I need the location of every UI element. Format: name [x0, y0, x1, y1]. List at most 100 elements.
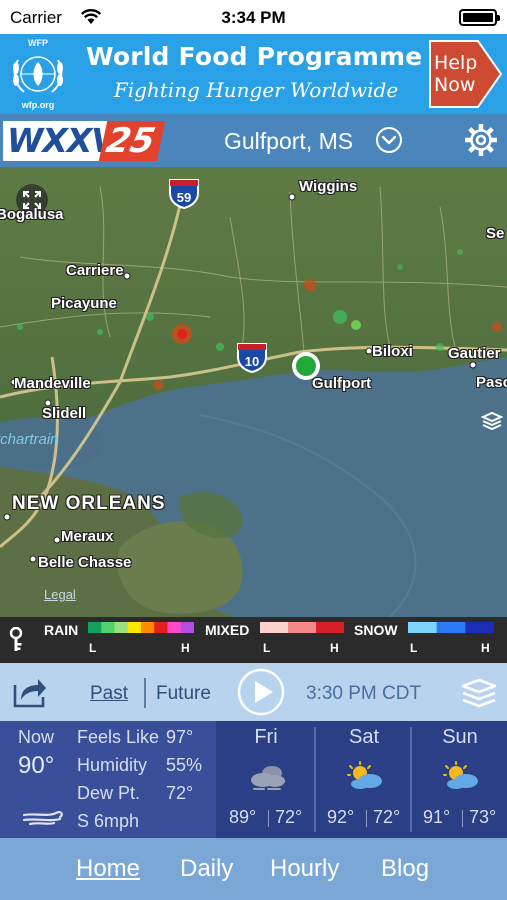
legend-swatch-mixed: [316, 622, 344, 633]
dewpoint-label: Dew Pt.: [77, 783, 141, 803]
forecast-low: 72°: [373, 807, 401, 827]
gear-icon[interactable]: [463, 122, 499, 158]
map-label-bogalusa: Bogalusa: [0, 206, 64, 223]
map-label-wiggins: Wiggins: [299, 178, 358, 195]
legend-swatch-rain: [101, 622, 115, 633]
future-tab[interactable]: Future: [156, 683, 211, 705]
forecast-day[interactable]: Sun 91° 73°: [412, 721, 507, 838]
legal-link[interactable]: Legal: [44, 587, 76, 602]
forecast-day[interactable]: Fri 89° 72°: [218, 721, 314, 838]
battery-icon: [459, 9, 500, 26]
cloudy-icon: [251, 766, 285, 790]
legend-rain-bar: [88, 622, 194, 633]
forecast-day-name: Sat: [348, 726, 380, 748]
radar-map[interactable]: 59 10 Bogalusa Wiggins Se Carriere Picay…: [0, 167, 507, 617]
legend-swatch-snow: [436, 622, 466, 633]
legend-mixed-high: H: [330, 641, 339, 655]
forecast-day-name: Sun: [442, 726, 478, 748]
legend-swatch-rain: [141, 622, 155, 633]
legend-swatch-rain: [154, 622, 168, 633]
wfp-logo: WFP wfp.org: [6, 38, 70, 110]
map-label-belle-chasse: Belle Chasse: [38, 554, 132, 571]
legend-snow-high: H: [481, 641, 490, 655]
past-future-divider: [144, 678, 146, 708]
past-tab[interactable]: Past: [90, 683, 128, 705]
chevron-down-icon[interactable]: [375, 126, 403, 154]
map-label-meraux: Meraux: [61, 528, 114, 545]
legend-rain-label: RAIN: [44, 622, 79, 638]
legend-swatch-mixed: [288, 622, 317, 633]
share-icon[interactable]: [11, 675, 47, 709]
legend-swatch-rain: [127, 622, 142, 633]
map-label-gulfport: Gulfport: [312, 375, 372, 392]
radar-timestamp: 3:30 PM CDT: [306, 683, 422, 704]
ad-subtitle: Fighting Hunger Worldwide: [113, 78, 399, 102]
legend-swatch-rain: [114, 622, 129, 633]
map-label-biloxi: Biloxi: [372, 343, 413, 360]
current-location-marker: [292, 352, 320, 380]
forecast-high: 91°: [423, 807, 451, 827]
interstate-10-number: 10: [245, 354, 259, 369]
logo-number: 25: [98, 121, 166, 161]
map-base-layer: [0, 167, 507, 617]
map-label-lake: tchartrain: [0, 431, 59, 448]
interstate-59-shield: 59: [169, 179, 199, 209]
map-label-se: Se: [486, 225, 505, 242]
ad-title: World Food Programme: [86, 42, 423, 71]
ad-banner[interactable]: WFP wfp.org World Food Programme Fightin…: [0, 34, 507, 114]
forecast-day[interactable]: Sat 92° 72°: [316, 721, 412, 838]
map-label-picayune: Picayune: [51, 295, 117, 312]
legend-swatch-rain: [180, 622, 194, 633]
legend-rain-high: H: [181, 641, 190, 655]
now-label: Now: [18, 727, 55, 747]
legend-swatch-rain: [167, 622, 182, 633]
map-label-pasc: Pasc: [476, 374, 507, 391]
layers-icon[interactable]: [460, 677, 498, 709]
wind-value: S 6mph: [77, 811, 140, 831]
forecast-low: 72°: [275, 807, 303, 827]
help-now-button[interactable]: Help Now: [428, 39, 503, 109]
legend-swatch-rain: [88, 622, 102, 633]
nav-hourly[interactable]: Hourly: [270, 855, 339, 883]
station-logo: WXXV 25: [3, 121, 166, 161]
forecast-high: 92°: [327, 807, 355, 827]
partly-sunny-icon: [443, 761, 478, 789]
location-name[interactable]: Gulfport, MS: [224, 128, 353, 155]
current-conditions[interactable]: Now 90° Feels Like 97° Humidity 55% Dew …: [0, 721, 216, 838]
radar-controls: Past Future 3:30 PM CDT: [0, 663, 507, 721]
humidity-value: 55%: [166, 755, 203, 775]
feels-like-label: Feels Like: [77, 727, 160, 747]
humidity-label: Humidity: [77, 755, 148, 775]
help-now-label: Help Now: [434, 52, 478, 96]
legend-swatch-mixed: [260, 622, 289, 633]
legend-mixed-low: L: [263, 641, 271, 655]
legend-swatch-snow: [408, 622, 438, 633]
logo-letters: WXXV: [3, 121, 117, 161]
legend-swatch-snow: [465, 622, 494, 633]
feels-like-value: 97°: [166, 727, 194, 747]
map-label-carriere: Carriere: [66, 262, 124, 279]
key-icon[interactable]: [8, 627, 24, 653]
forecast-high: 89°: [229, 807, 257, 827]
nav-daily[interactable]: Daily: [180, 855, 233, 883]
nav-home[interactable]: Home: [76, 855, 140, 883]
app-header: WXXV 25 Gulfport, MS: [0, 114, 507, 167]
status-bar: Carrier 3:34 PM: [0, 0, 507, 34]
nav-blog[interactable]: Blog: [381, 855, 429, 883]
forecast-day-name: Fri: [254, 726, 278, 748]
legend-snow-low: L: [410, 641, 418, 655]
map-layers-mini-icon[interactable]: [481, 411, 503, 431]
interstate-10-shield: 10: [237, 343, 267, 373]
map-label-slidell: Slidell: [42, 405, 87, 422]
radar-legend: RAIN L H MIXED L H SNOW L H: [0, 617, 507, 663]
legend-mixed-label: MIXED: [205, 622, 250, 638]
map-label-gautier: Gautier: [448, 345, 501, 362]
wind-icon: [22, 810, 63, 826]
legend-rain-low: L: [89, 641, 97, 655]
map-label-mandeville: Mandeville: [14, 375, 91, 392]
legend-snow-label: SNOW: [354, 622, 398, 638]
play-icon[interactable]: [237, 668, 285, 716]
hi-lo-divider: [268, 810, 269, 827]
interstate-59-number: 59: [177, 190, 191, 205]
wfp-logo-bottom-text: wfp.org: [21, 100, 55, 110]
